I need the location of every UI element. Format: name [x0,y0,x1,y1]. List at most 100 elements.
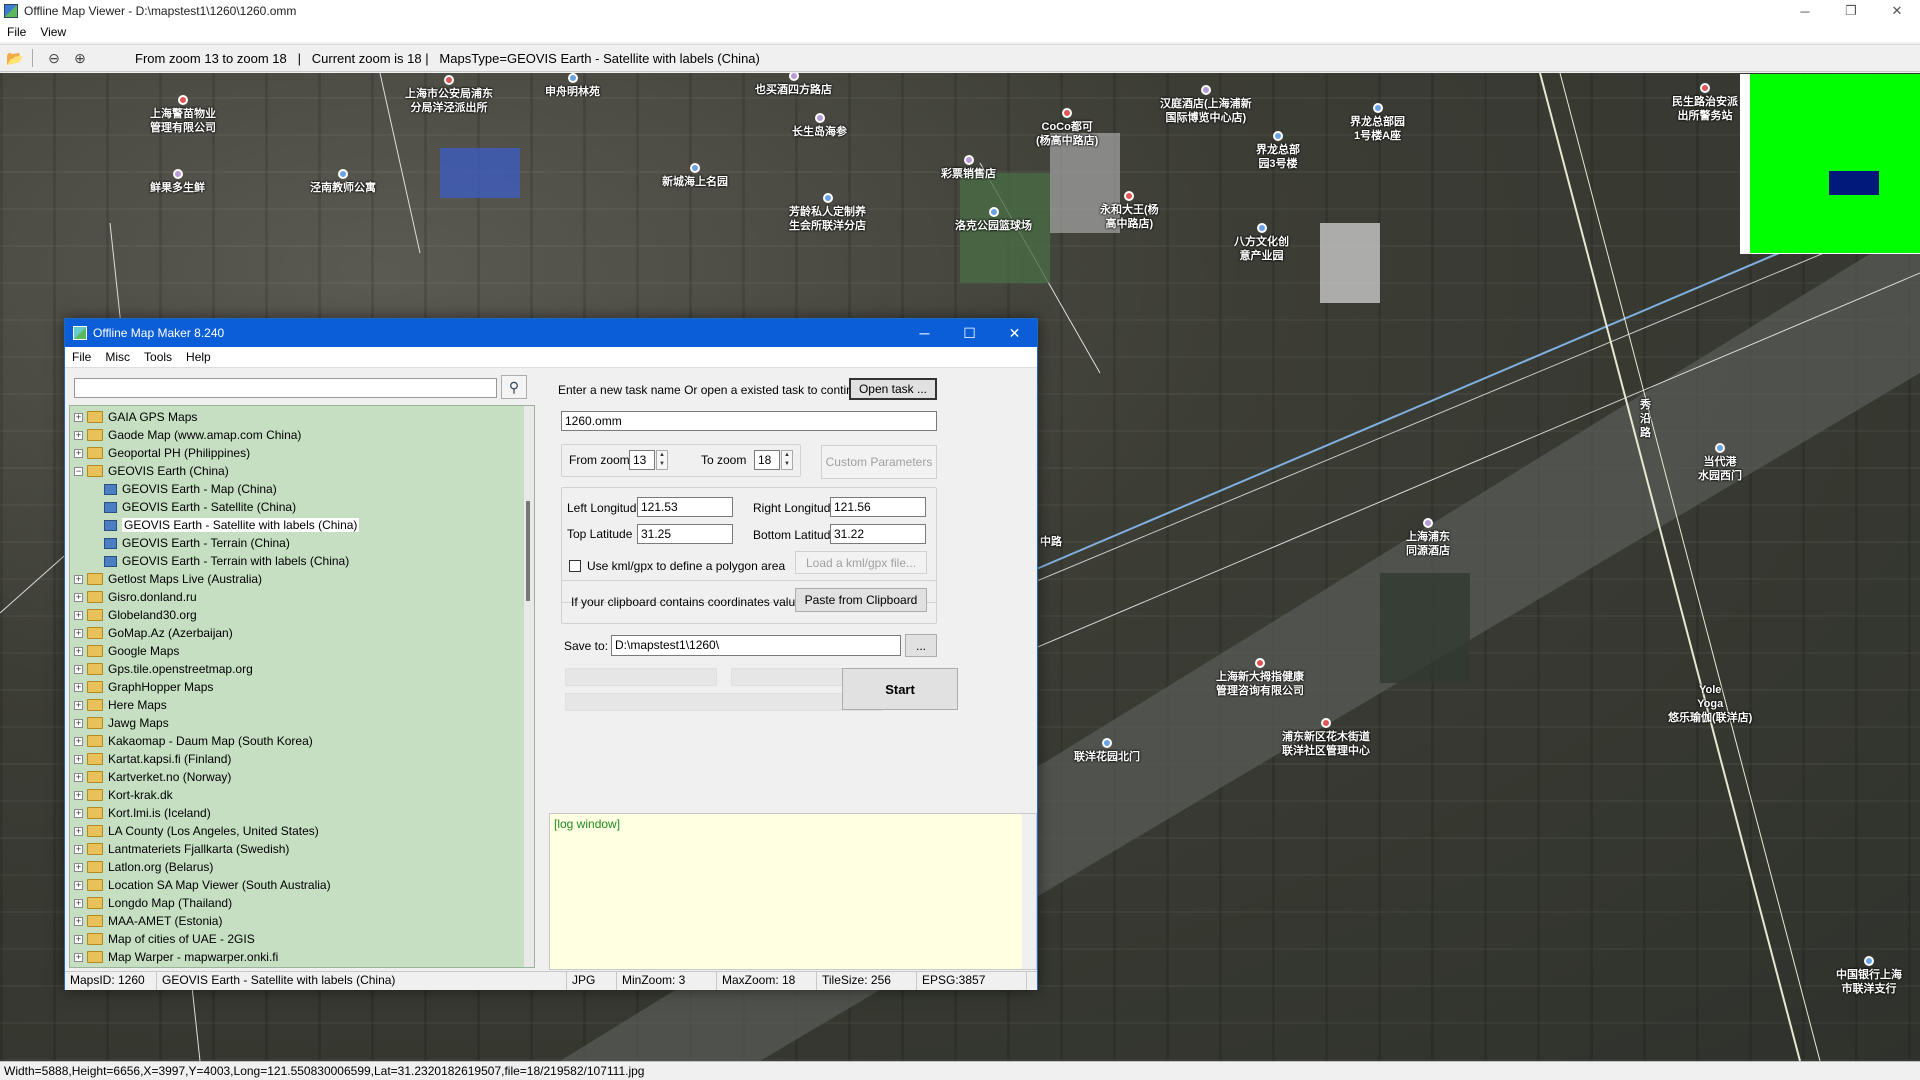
expand-icon[interactable]: + [74,592,83,602]
tree-folder-item[interactable]: + Kort-krak.dk [74,786,173,804]
tree-folder-item[interactable]: + Map Warper - mapwarper.onki.fi [74,948,278,966]
expand-icon[interactable]: + [74,412,83,422]
tree-map-item[interactable]: GEOVIS Earth - Terrain with labels (Chin… [104,552,349,570]
tree-folder-item[interactable]: + Here Maps [74,696,167,714]
map-poi[interactable]: 民生路治安派 出所警务站 [1672,83,1738,123]
start-button[interactable]: Start [842,668,958,710]
menu-file[interactable]: File [0,25,33,39]
expand-icon[interactable]: + [74,916,83,926]
dialog-menu-misc[interactable]: Misc [98,350,137,364]
expand-icon[interactable]: + [74,628,83,638]
tree-folder-item[interactable]: + GoMap.Az (Azerbaijan) [74,624,233,642]
expand-icon[interactable]: + [74,574,83,584]
custom-parameters-button[interactable]: Custom Parameters [821,445,937,479]
map-poi[interactable]: 界龙总部园 1号楼A座 [1350,103,1405,143]
tree-folder-item[interactable]: + Latlon.org (Belarus) [74,858,213,876]
open-task-button[interactable]: Open task ... [849,378,937,400]
expand-icon[interactable]: + [74,952,83,962]
tree-folder-item[interactable]: + MAA-AMET (Estonia) [74,912,222,930]
expand-icon[interactable]: + [74,808,83,818]
scrollbar-thumb[interactable] [526,501,530,601]
map-poi[interactable]: 中国银行上海 市联洋支行 [1836,956,1902,996]
dialog-maximize-button[interactable]: ☐ [947,319,992,347]
overview-map[interactable] [1740,74,1920,254]
tree-folder-item[interactable]: + Gps.tile.openstreetmap.org [74,660,253,678]
to-zoom-spinner[interactable]: ▲ ▼ [781,450,793,470]
tree-folder-item[interactable]: + Longdo Map (Thailand) [74,894,232,912]
expand-icon[interactable]: + [74,880,83,890]
expand-icon[interactable]: + [74,700,83,710]
map-source-tree[interactable]: + GAIA GPS Maps + Gaode Map (www.amap.com C… [69,405,535,968]
maximize-button[interactable]: ❐ [1828,0,1874,22]
map-poi[interactable]: 泾南教师公寓 [310,169,376,195]
search-icon[interactable]: ⚲ [501,375,527,399]
map-poi[interactable]: 申舟明林苑 [545,73,600,99]
map-poi[interactable]: 也买酒四方路店 [755,73,832,97]
tree-folder-item[interactable]: + GAIA GPS Maps [74,408,197,426]
tree-folder-item[interactable]: + LA County (Los Angeles, United States) [74,822,319,840]
tree-folder-item[interactable]: + Geoportal PH (Philippines) [74,444,250,462]
tree-folder-item[interactable]: + Globeland30.org [74,606,197,624]
minimize-button[interactable]: ─ [1782,0,1828,22]
map-poi[interactable]: 鲜果多生鲜 [150,169,205,195]
tree-folder-item[interactable]: + Gisro.donland.ru [74,588,197,606]
expand-icon[interactable]: + [74,736,83,746]
load-kml-button[interactable]: Load a kml/gpx file... [795,551,927,574]
close-button[interactable]: ✕ [1874,0,1920,22]
from-zoom-spinner[interactable]: ▲ ▼ [656,450,668,470]
expand-icon[interactable]: + [74,844,83,854]
map-poi[interactable]: 新城海上名园 [662,163,728,189]
expand-icon[interactable]: + [74,430,83,440]
expand-icon[interactable]: + [74,448,83,458]
overview-viewport[interactable] [1829,171,1879,195]
open-folder-icon[interactable]: 📂 [4,47,26,69]
expand-icon[interactable]: + [74,934,83,944]
tree-folder-item[interactable]: + Kartat.kapsi.fi (Finland) [74,750,231,768]
from-zoom-input[interactable]: 13 [629,450,655,470]
expand-icon[interactable]: + [74,826,83,836]
expand-icon[interactable]: + [74,790,83,800]
tree-folder-item[interactable]: + Kartverket.no (Norway) [74,768,231,786]
map-poi[interactable]: 汉庭酒店(上海浦新 国际博览中心店) [1160,85,1252,125]
browse-button[interactable]: ... [905,634,937,657]
map-poi[interactable]: 彩票销售店 [941,155,996,181]
top-latitude-input[interactable]: 31.25 [637,524,733,544]
dialog-menu-tools[interactable]: Tools [137,350,179,364]
collapse-icon[interactable]: − [74,466,83,476]
expand-icon[interactable]: + [74,862,83,872]
log-scrollbar[interactable] [1022,814,1036,969]
tree-folder-item[interactable]: + Location SA Map Viewer (South Australia… [74,876,331,894]
zoom-in-icon[interactable]: ⊕ [69,47,91,69]
expand-icon[interactable]: + [74,682,83,692]
tree-folder-item[interactable]: + Kort.lmi.is (Iceland) [74,804,211,822]
expand-icon[interactable]: + [74,898,83,908]
tree-map-item[interactable]: GEOVIS Earth - Satellite with labels (Ch… [104,516,360,534]
expand-icon[interactable]: + [74,646,83,656]
kml-checkbox[interactable] [569,560,581,572]
expand-icon[interactable]: + [74,610,83,620]
map-poi[interactable]: 长生岛海参 [792,113,847,139]
map-poi[interactable]: 联洋花园北门 [1074,738,1140,764]
tree-scrollbar[interactable] [524,406,534,967]
map-poi[interactable]: 上海警苗物业 管理有限公司 [150,95,216,135]
tree-folder-item[interactable]: + Map of cities of UAE - 2GIS [74,930,255,948]
tree-folder-item[interactable]: + Jawg Maps [74,714,169,732]
tree-folder-item[interactable]: + Lantmateriets Fjallkarta (Swedish) [74,840,289,858]
map-poi[interactable]: 上海浦东 同源酒店 [1406,518,1450,558]
bottom-latitude-input[interactable]: 31.22 [830,524,926,544]
zoom-out-icon[interactable]: ⊖ [43,47,65,69]
save-to-input[interactable]: D:\mapstest1\1260\ [611,635,901,656]
dialog-menu-file[interactable]: File [65,350,98,364]
map-poi[interactable]: 洛克公园篮球场 [955,207,1032,233]
expand-icon[interactable]: + [74,718,83,728]
left-longitude-input[interactable]: 121.53 [637,497,733,517]
to-zoom-input[interactable]: 18 [754,450,780,470]
tree-folder-item[interactable]: + Gaode Map (www.amap.com China) [74,426,301,444]
dialog-close-button[interactable]: ✕ [992,319,1037,347]
map-poi[interactable]: 当代港 水园西门 [1698,443,1742,483]
map-search-input[interactable] [74,378,497,398]
tree-folder-item[interactable]: + Getlost Maps Live (Australia) [74,570,262,588]
dialog-menu-help[interactable]: Help [179,350,218,364]
map-poi[interactable]: CoCo都可 (杨高中路店) [1036,108,1098,148]
map-poi[interactable]: 八方文化创 意产业园 [1234,223,1289,263]
